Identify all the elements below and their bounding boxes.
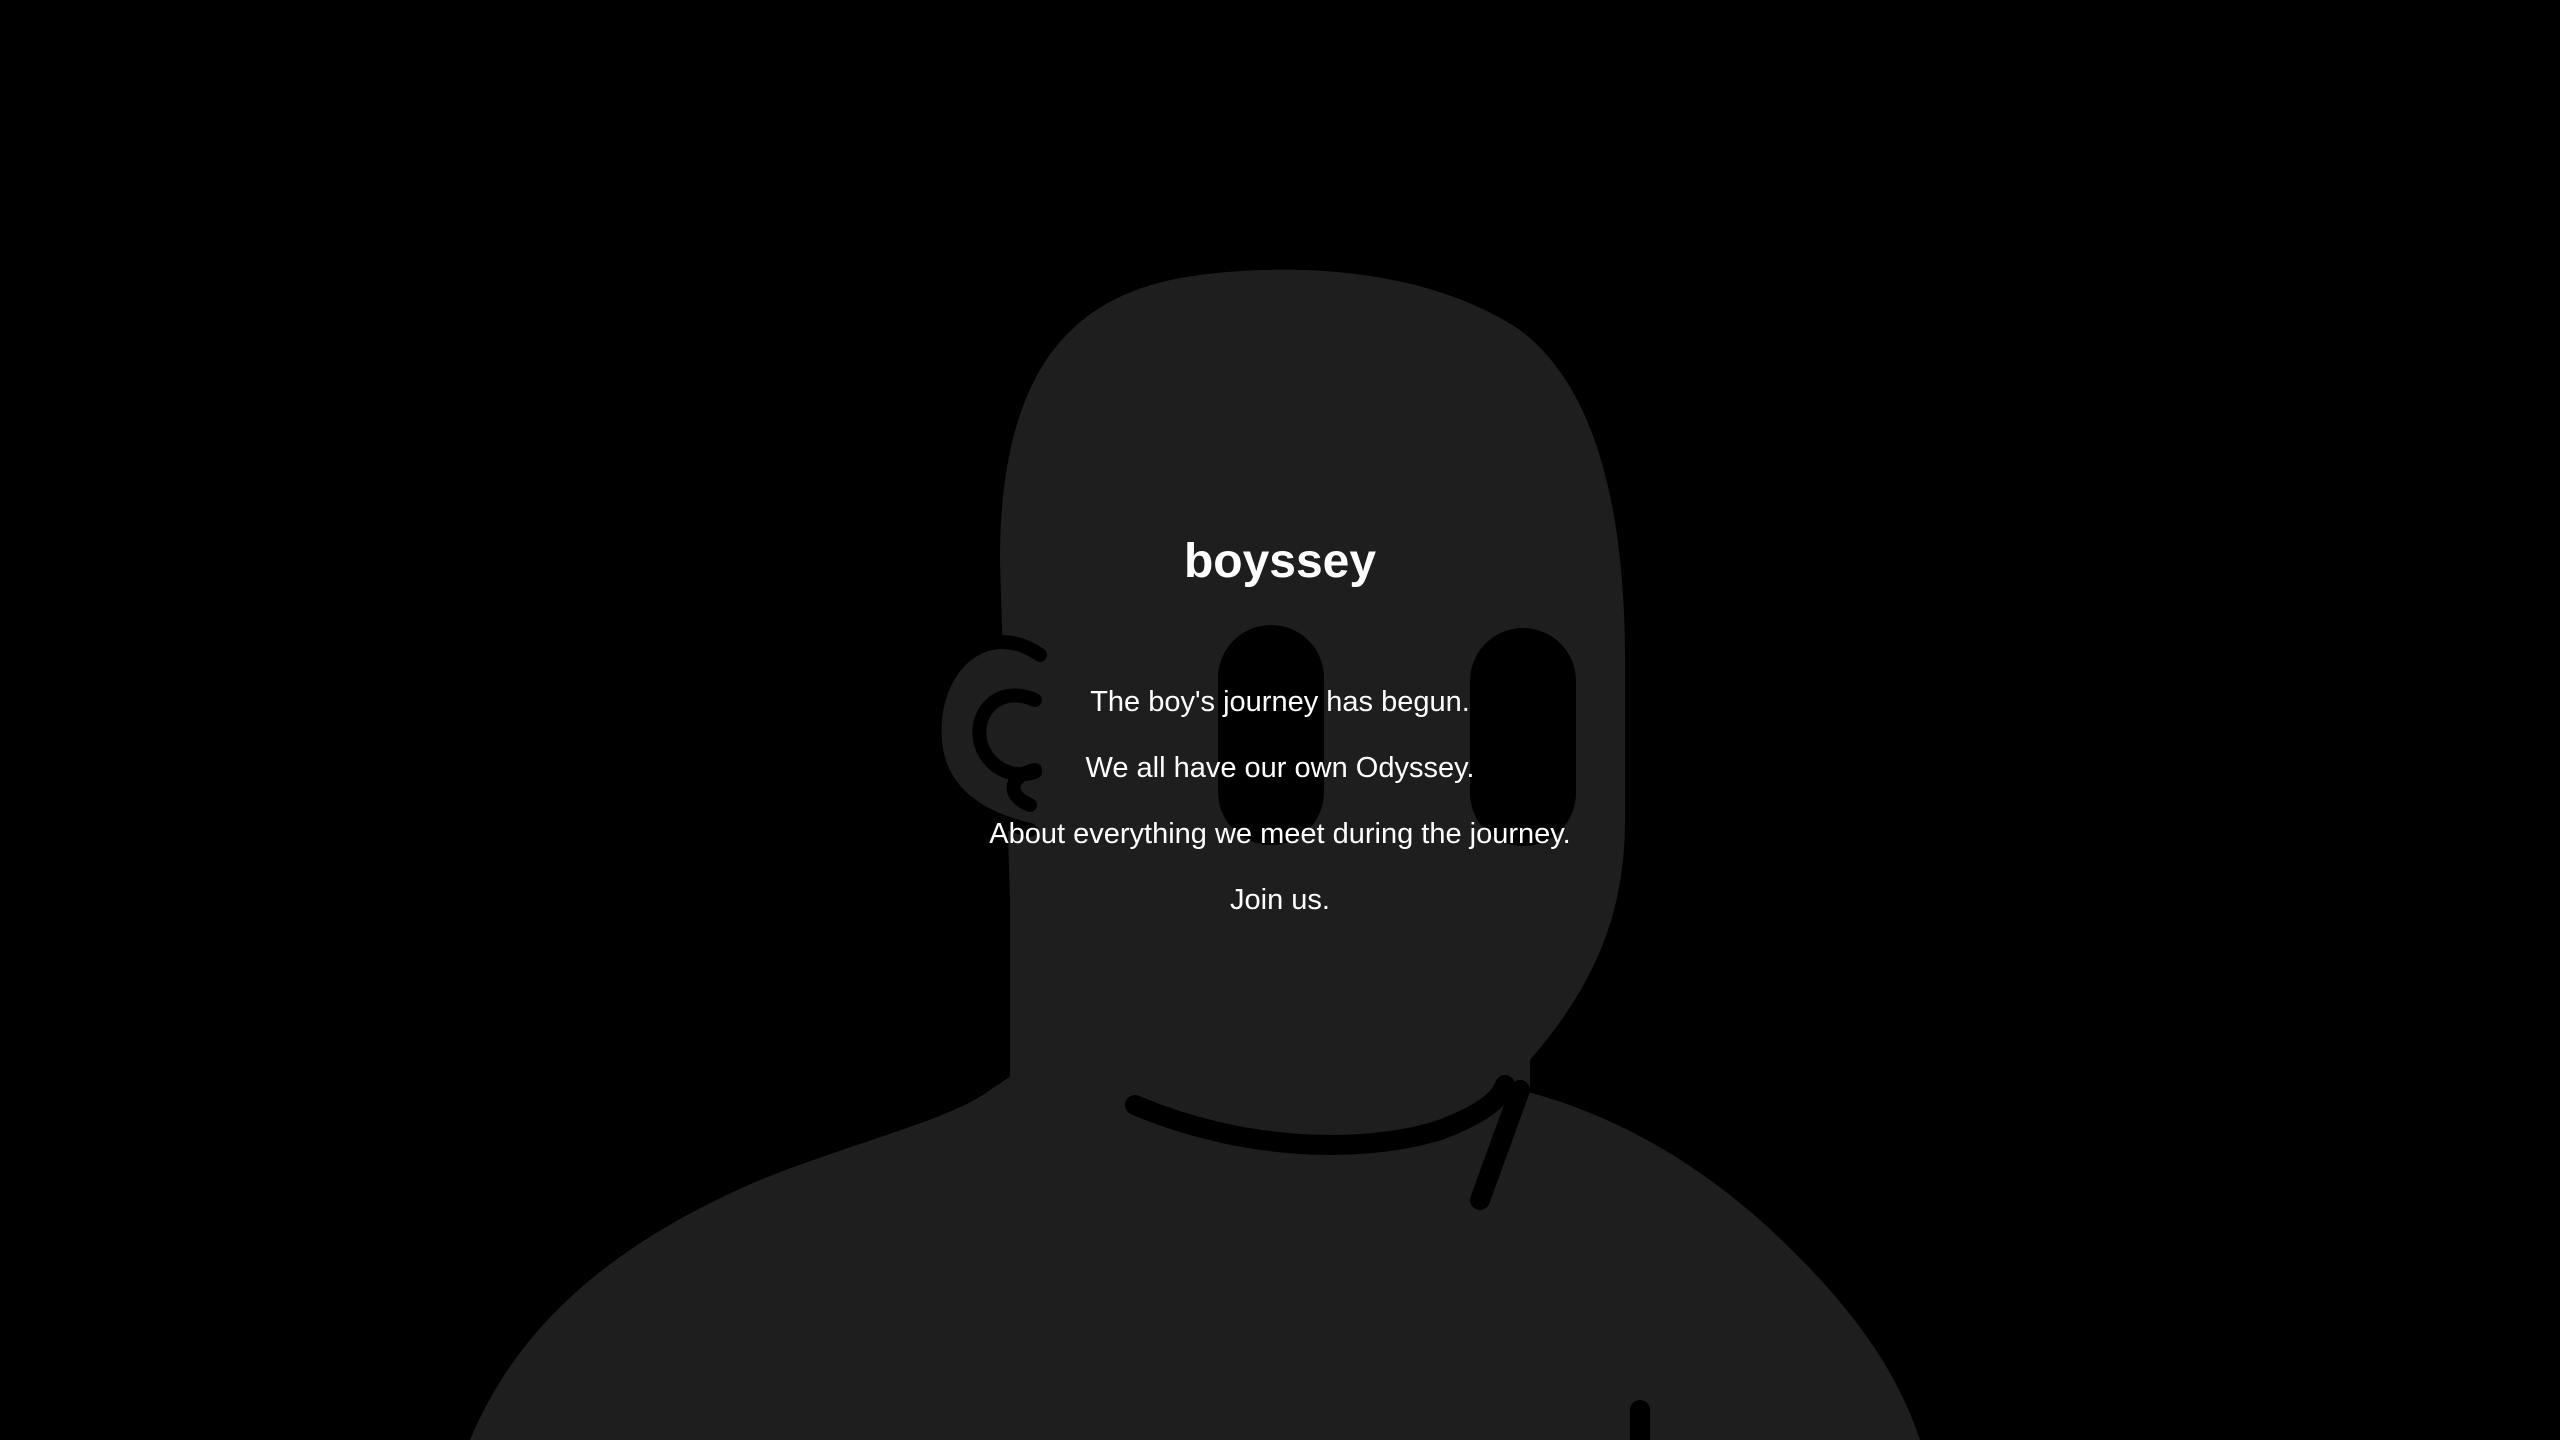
- intro-line: We all have our own Odyssey.: [1085, 752, 1475, 784]
- join-us-line: Join us.: [1230, 884, 1330, 916]
- intro-text: The boy's journey has begun. We all have…: [0, 680, 2560, 944]
- intro-line: The boy's journey has begun.: [1090, 686, 1470, 718]
- landing-page: boyssey The boy's journey has begun. We …: [0, 0, 2560, 1440]
- site-title: boyssey: [1183, 535, 1377, 588]
- hero-content: boyssey The boy's journey has begun. We …: [0, 0, 2560, 1440]
- intro-line: About everything we meet during the jour…: [989, 818, 1571, 850]
